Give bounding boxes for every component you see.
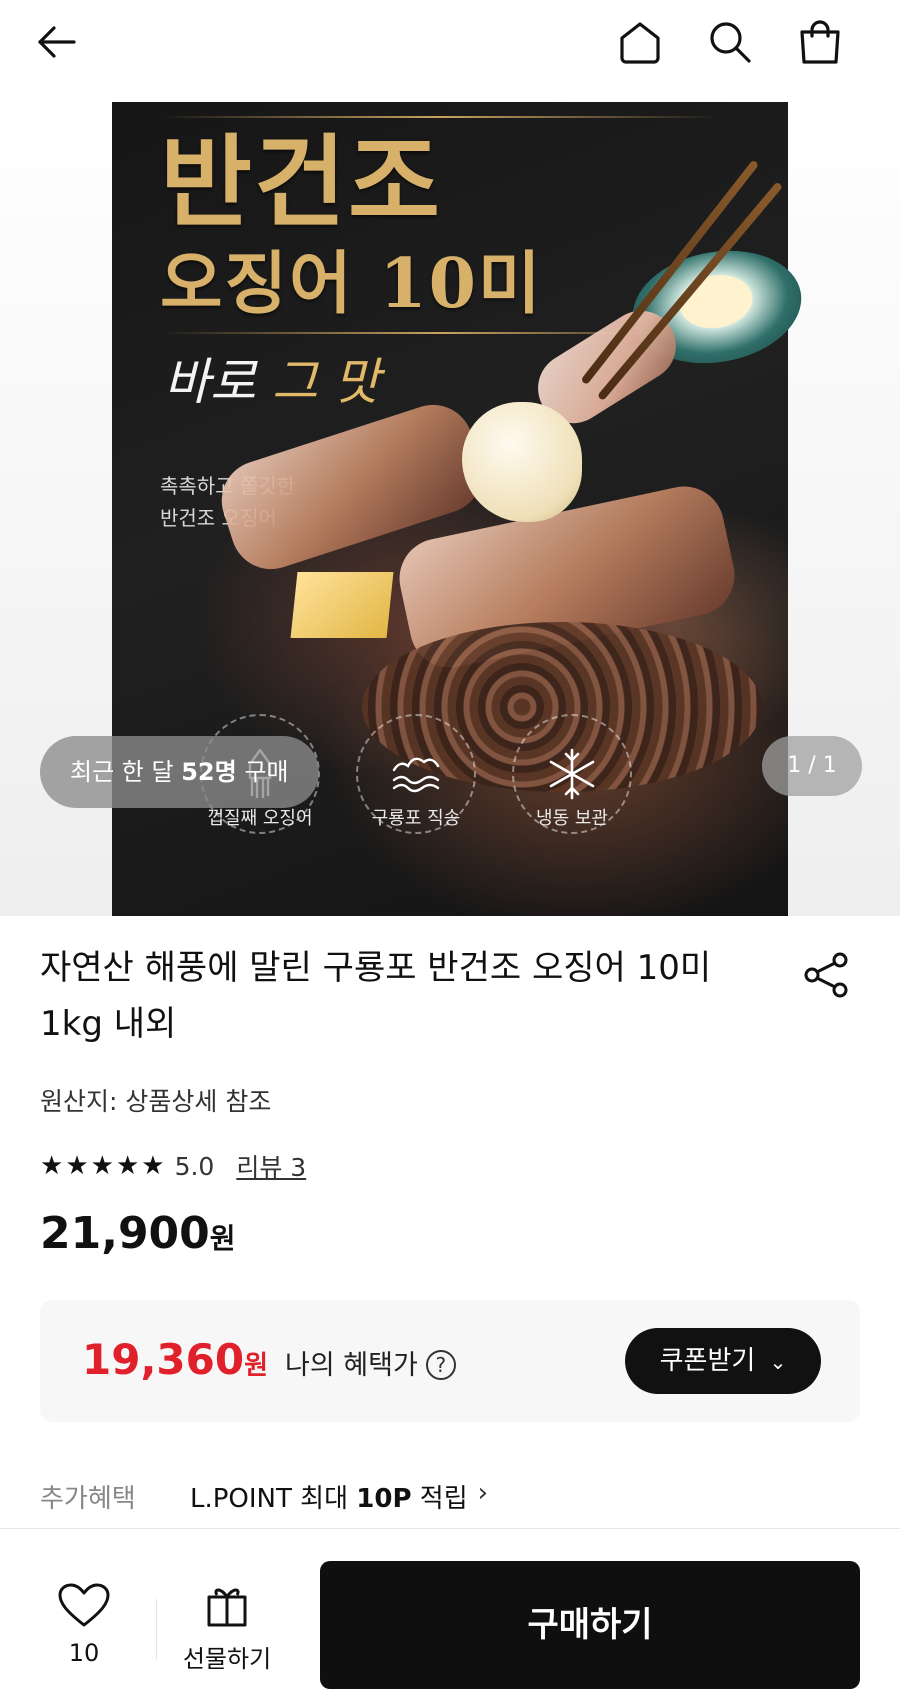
coupon-label: 쿠폰받기	[659, 1346, 756, 1376]
benefit-label: 나의 혜택가?	[285, 1343, 456, 1382]
wish-count: 10	[68, 1639, 100, 1667]
home-icon	[620, 22, 660, 64]
recent-suffix: 구매	[236, 758, 289, 786]
recent-count: 52명	[181, 758, 237, 786]
snowflake-icon	[549, 748, 595, 800]
star-icon: ★	[115, 1151, 140, 1181]
product-image-carousel[interactable]: 반건조 오징어 10미 바로 그 맛 촉촉하고 쫄깃한 반건조 오징어	[0, 90, 900, 916]
back-button[interactable]	[26, 12, 86, 72]
buy-button[interactable]: 구매하기	[320, 1561, 860, 1689]
script-part2: 그 맛	[271, 353, 380, 411]
share-button[interactable]	[800, 948, 854, 1002]
chevron-down-icon: ⌄	[769, 1350, 787, 1374]
bottom-action-bar: 10 선물하기 구매하기	[0, 1528, 900, 1701]
benefit-price-value: 19,360	[82, 1335, 245, 1384]
price-unit: 원	[209, 1222, 236, 1255]
star-icon: ★	[141, 1151, 165, 1181]
lpoint-prefix: L.POINT 최대	[190, 1484, 357, 1514]
shopping-bag-icon	[800, 20, 840, 64]
extra-benefit-label: 추가혜택	[40, 1484, 136, 1514]
badge-label: 구룡포 직송	[371, 808, 461, 829]
star-rating: ★ ★ ★ ★ ★	[40, 1153, 165, 1179]
top-header	[0, 0, 900, 90]
reviews-link[interactable]: 리뷰 3	[236, 1148, 306, 1184]
original-price: 21,900원	[40, 1208, 236, 1259]
mayo-dollop	[462, 402, 582, 522]
gift-icon	[207, 1588, 247, 1627]
heart-icon	[58, 1583, 110, 1627]
script-part1: 바로	[164, 353, 272, 411]
star-icon: ★	[40, 1151, 64, 1181]
recent-prefix: 최근 한 달	[70, 758, 182, 786]
image-script-text: 바로 그 맛	[164, 342, 380, 414]
benefit-label-text: 나의 혜택가	[285, 1350, 418, 1381]
benefit-price-box: 19,360원 나의 혜택가? 쿠폰받기 ⌄	[40, 1300, 860, 1422]
product-title: 자연산 해풍에 말린 구룡포 반건조 오징어 10미 1kg 내외	[40, 948, 712, 1044]
recent-purchase-pill: 최근 한 달 52명 구매	[40, 736, 319, 808]
origin-info: 원산지: 상품상세 참조	[40, 1087, 272, 1116]
arrow-left-icon	[38, 26, 76, 58]
lpoint-amount: 10P	[356, 1484, 412, 1514]
chevron-right-icon: ›	[477, 1478, 489, 1508]
share-icon	[804, 952, 848, 998]
rating-row: ★ ★ ★ ★ ★ 5.0 리뷰 3	[40, 1148, 306, 1184]
waves-icon	[392, 757, 440, 793]
butter-block	[290, 572, 394, 638]
product-page: 반건조 오징어 10미 바로 그 맛 촉촉하고 쫄깃한 반건조 오징어	[0, 0, 900, 1701]
price-value: 21,900	[40, 1208, 210, 1259]
star-icon: ★	[90, 1151, 114, 1181]
benefit-price: 19,360원	[82, 1330, 268, 1396]
cart-button[interactable]	[790, 12, 850, 72]
extra-benefit-row[interactable]: 추가혜택 L.POINT 최대 10P 적립 ›	[40, 1478, 488, 1515]
badge-label: 냉동 보관	[536, 808, 608, 829]
gift-label: 선물하기	[182, 1645, 272, 1673]
star-icon: ★	[65, 1151, 89, 1181]
help-icon[interactable]: ?	[425, 1350, 456, 1380]
get-coupon-button[interactable]: 쿠폰받기 ⌄	[625, 1328, 821, 1394]
extra-benefit-value: L.POINT 최대 10P 적립	[190, 1478, 468, 1515]
gift-button[interactable]: 선물하기	[172, 1581, 282, 1674]
wishlist-button[interactable]: 10	[52, 1581, 116, 1667]
search-button[interactable]	[700, 12, 760, 72]
benefit-price-unit: 원	[244, 1351, 268, 1381]
divider	[156, 1599, 157, 1659]
search-icon	[710, 22, 751, 63]
gold-rule-top	[160, 116, 720, 118]
rating-value: 5.0	[174, 1151, 215, 1181]
page-indicator: 1 / 1	[762, 736, 862, 796]
home-button[interactable]	[610, 12, 670, 72]
lpoint-suffix: 적립	[411, 1484, 468, 1514]
